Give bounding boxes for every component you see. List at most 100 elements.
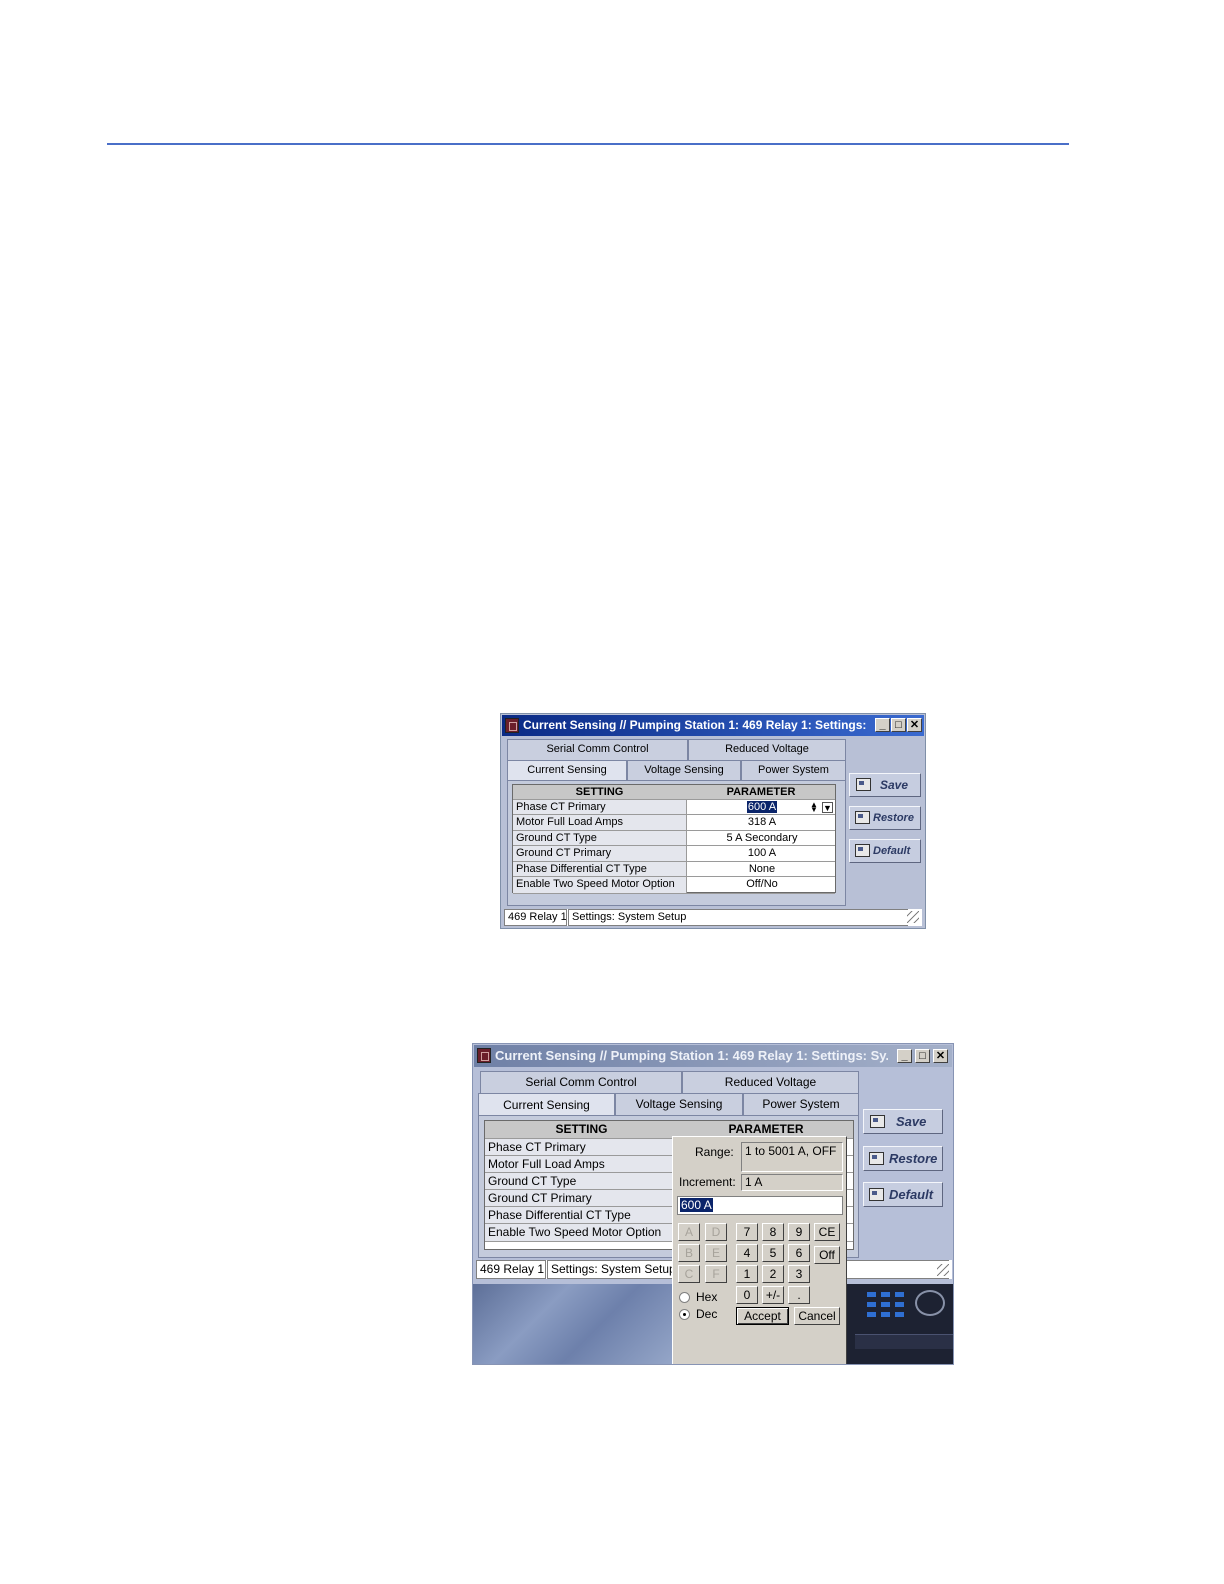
restore-button[interactable]: Restore (849, 806, 921, 830)
table-row[interactable]: Enable Two Speed Motor Option Off/No (513, 876, 835, 894)
parameter-column-header: PARAMETER (726, 786, 796, 798)
key-a[interactable]: A (678, 1223, 700, 1241)
tab-power-system[interactable]: Power System (741, 760, 846, 780)
key-f[interactable]: F (705, 1265, 727, 1283)
title-bar[interactable]: Current Sensing // Pumping Station 1: 46… (474, 1045, 952, 1067)
default-button[interactable]: Default (849, 839, 921, 863)
dec-label: Dec (696, 1307, 718, 1321)
maximize-button[interactable]: □ (891, 718, 906, 732)
save-button[interactable]: Save (849, 773, 921, 797)
relay-device-image (847, 1284, 953, 1364)
desktop-background (473, 1284, 673, 1364)
resize-grip-icon[interactable] (937, 1264, 949, 1276)
title-bar[interactable]: Current Sensing // Pumping Station 1: 46… (502, 715, 924, 736)
parameter-value[interactable]: Off/No (687, 877, 837, 893)
tab-current-sensing[interactable]: Current Sensing (507, 760, 627, 782)
key-1[interactable]: 1 (736, 1265, 758, 1283)
key-7[interactable]: 7 (736, 1223, 758, 1241)
key-d[interactable]: D (705, 1223, 727, 1241)
dropdown-arrow-icon[interactable]: ▼ (822, 802, 833, 813)
status-bar: 469 Relay 1 Settings: System Setup (504, 909, 922, 926)
key-9[interactable]: 9 (788, 1223, 810, 1241)
setting-label: Motor Full Load Amps (485, 1156, 679, 1173)
default-icon (855, 844, 870, 857)
tab-serial-comm-control[interactable]: Serial Comm Control (507, 739, 688, 760)
key-off[interactable]: Off (814, 1246, 840, 1264)
key-5[interactable]: 5 (762, 1244, 784, 1262)
parameter-value[interactable]: 318 A (687, 815, 837, 831)
resize-grip-icon[interactable] (907, 911, 919, 923)
setting-label: Ground CT Type (513, 831, 687, 846)
key-6[interactable]: 6 (788, 1244, 810, 1262)
key-b[interactable]: B (678, 1244, 700, 1262)
key-e[interactable]: E (705, 1244, 727, 1262)
restore-button[interactable]: Restore (863, 1146, 943, 1171)
restore-icon (855, 811, 870, 824)
key-plus-minus[interactable]: +/- (762, 1286, 784, 1304)
accept-button[interactable]: Accept (736, 1307, 789, 1325)
status-context: Settings: System Setup (568, 909, 908, 926)
tab-voltage-sensing[interactable]: Voltage Sensing (615, 1093, 743, 1115)
tab-voltage-sensing[interactable]: Voltage Sensing (627, 760, 741, 780)
key-c[interactable]: C (678, 1265, 700, 1283)
table-row[interactable]: Motor Full Load Amps 318 A (513, 814, 835, 831)
tab-reduced-voltage[interactable]: Reduced Voltage (682, 1071, 859, 1093)
settings-panel: SETTING PARAMETER Phase CT Primary 600 A… (507, 780, 846, 906)
minimize-button[interactable]: _ (897, 1049, 912, 1063)
setting-column-header: SETTING (575, 786, 624, 798)
window-title: Current Sensing // Pumping Station 1: 46… (495, 1048, 888, 1063)
close-button[interactable]: ✕ (907, 718, 922, 732)
table-row[interactable]: Phase Differential CT Type None (513, 861, 835, 877)
range-label: Range: (695, 1145, 734, 1159)
save-button[interactable]: Save (863, 1109, 943, 1134)
default-button[interactable]: Default (863, 1182, 943, 1207)
setting-label: Phase Differential CT Type (513, 862, 687, 877)
key-2[interactable]: 2 (762, 1265, 784, 1283)
key-3[interactable]: 3 (788, 1265, 810, 1283)
range-value: 1 to 5001 A, OFF (741, 1142, 843, 1172)
table-row[interactable]: Ground CT Primary 100 A (513, 845, 835, 862)
keypad-popup: Range: 1 to 5001 A, OFF Increment: 1 A 6… (672, 1136, 847, 1364)
setting-label: Phase CT Primary (513, 800, 687, 815)
spin-arrows-icon[interactable]: ▲ ▼ (809, 801, 819, 814)
maximize-button[interactable]: □ (915, 1049, 930, 1063)
save-icon (856, 778, 871, 791)
tab-reduced-voltage[interactable]: Reduced Voltage (688, 739, 846, 760)
dec-radio[interactable] (679, 1309, 690, 1320)
close-button[interactable]: ✕ (933, 1049, 948, 1063)
status-device: 469 Relay 1 (476, 1260, 546, 1279)
key-8[interactable]: 8 (762, 1223, 784, 1241)
key-0[interactable]: 0 (736, 1286, 758, 1304)
cancel-button[interactable]: Cancel (794, 1307, 840, 1325)
tab-power-system[interactable]: Power System (743, 1093, 859, 1115)
current-sensing-window-keypad: Current Sensing // Pumping Station 1: 46… (472, 1043, 954, 1365)
parameter-value[interactable]: 5 A Secondary (687, 831, 837, 846)
parameter-value[interactable]: None (687, 862, 837, 877)
restore-icon (869, 1151, 884, 1165)
hex-label: Hex (696, 1290, 718, 1304)
app-icon (505, 718, 519, 733)
setting-label: Ground CT Primary (485, 1190, 679, 1207)
increment-label: Increment: (679, 1175, 736, 1189)
table-row[interactable]: Ground CT Type 5 A Secondary (513, 830, 835, 846)
tab-serial-comm-control[interactable]: Serial Comm Control (480, 1071, 682, 1093)
setting-label: Phase CT Primary (485, 1139, 679, 1156)
default-icon (869, 1187, 884, 1201)
setting-label: Enable Two Speed Motor Option (485, 1224, 679, 1241)
setting-label: Enable Two Speed Motor Option (513, 877, 687, 893)
increment-value: 1 A (741, 1174, 843, 1191)
key-decimal[interactable]: . (788, 1286, 810, 1304)
value-entry-field[interactable]: 600 A (677, 1196, 843, 1215)
minimize-button[interactable]: _ (875, 718, 890, 732)
current-sensing-window: Current Sensing // Pumping Station 1: 46… (500, 713, 926, 929)
table-row[interactable]: Phase CT Primary 600 A ▲ ▼ ▼ (513, 799, 835, 815)
save-icon (870, 1114, 885, 1128)
key-4[interactable]: 4 (736, 1244, 758, 1262)
key-ce[interactable]: CE (814, 1223, 840, 1241)
header-rule (107, 143, 1069, 145)
setting-label: Motor Full Load Amps (513, 815, 687, 831)
settings-grid: SETTING PARAMETER Phase CT Primary 600 A… (512, 784, 836, 894)
hex-radio[interactable] (679, 1292, 690, 1303)
setting-label: Ground CT Type (485, 1173, 679, 1190)
parameter-value[interactable]: 100 A (687, 846, 837, 862)
